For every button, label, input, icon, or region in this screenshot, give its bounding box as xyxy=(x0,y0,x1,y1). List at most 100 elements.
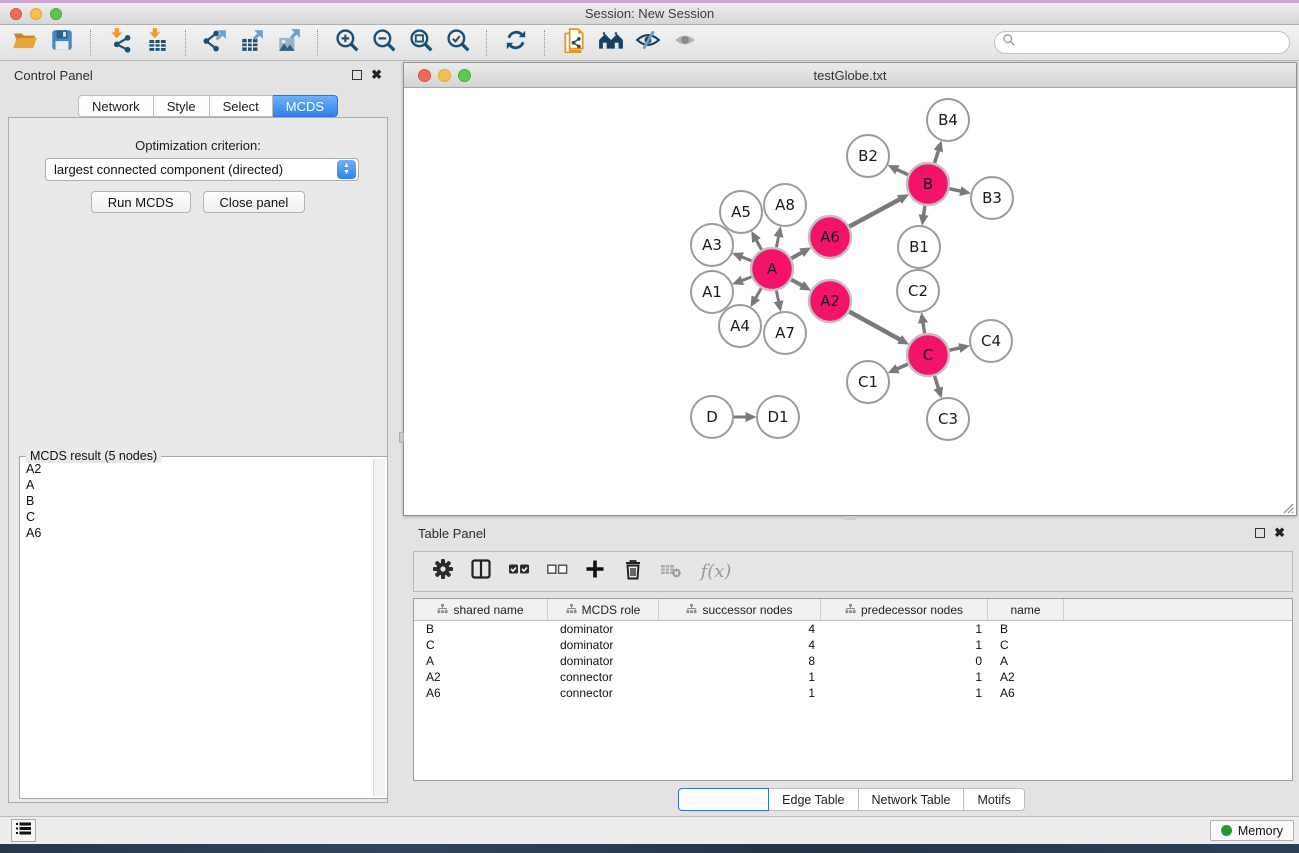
float-panel-icon[interactable] xyxy=(352,70,362,80)
table-options-button[interactable] xyxy=(424,556,462,588)
table-cell[interactable]: 0 xyxy=(821,654,988,668)
tab-style[interactable]: Style xyxy=(154,95,210,117)
result-item[interactable]: A2 xyxy=(22,461,372,477)
column-header-shared-name[interactable]: shared name xyxy=(414,599,548,620)
clone-network-button[interactable] xyxy=(555,28,592,58)
result-item[interactable]: A6 xyxy=(22,525,372,541)
edge-B-B1[interactable] xyxy=(924,205,926,216)
panel-divider-handle[interactable] xyxy=(399,432,404,443)
table-cell[interactable]: connector xyxy=(548,670,659,684)
close-panel-button[interactable]: Close panel xyxy=(203,191,306,213)
edge-B-B2[interactable] xyxy=(897,170,909,176)
edge-C-C1[interactable] xyxy=(897,364,909,369)
float-panel-icon[interactable] xyxy=(1255,528,1265,538)
task-history-button[interactable] xyxy=(11,819,36,842)
save-session-button[interactable] xyxy=(43,28,80,58)
delete-columns-button[interactable] xyxy=(614,556,652,588)
search-input[interactable] xyxy=(1016,33,1289,52)
network-window-titlebar[interactable]: testGlobe.txt xyxy=(404,63,1296,88)
result-item[interactable]: B xyxy=(22,493,372,509)
network-graph[interactable]: B4B2BB3A8A5A6A3B1AA1C2A2A4A7C4CC1DD1C3 xyxy=(404,88,1296,515)
table-row[interactable]: Adominator80A xyxy=(414,653,1292,669)
table-cell[interactable]: A xyxy=(414,654,548,668)
table-cell[interactable]: dominator xyxy=(548,654,659,668)
import-network-button[interactable] xyxy=(101,28,138,58)
table-cell[interactable]: A2 xyxy=(988,670,1064,684)
edge-A-A3[interactable] xyxy=(742,257,753,261)
tab-select[interactable]: Select xyxy=(210,95,273,117)
result-item[interactable]: A xyxy=(22,477,372,493)
search-field[interactable] xyxy=(994,31,1290,54)
export-table-button[interactable] xyxy=(233,28,270,58)
open-file-button[interactable] xyxy=(6,28,43,58)
select-all-button[interactable] xyxy=(500,556,538,588)
zoom-in-button[interactable] xyxy=(328,28,365,58)
edge-C-C4[interactable] xyxy=(948,348,959,351)
create-column-button[interactable] xyxy=(576,556,614,588)
optimization-criterion-dropdown[interactable]: largest connected component (directed) ▲… xyxy=(45,158,359,181)
edge-A6-B[interactable] xyxy=(848,199,899,227)
table-row[interactable]: A2connector11A2 xyxy=(414,669,1292,685)
table-cell[interactable]: 4 xyxy=(659,638,821,652)
network-canvas[interactable]: B4B2BB3A8A5A6A3B1AA1C2A2A4A7C4CC1DD1C3 xyxy=(404,88,1296,515)
hide-panel-button[interactable] xyxy=(629,28,666,58)
close-panel-icon[interactable]: ✖ xyxy=(371,70,382,80)
edge-A-A5[interactable] xyxy=(756,240,762,250)
show-panel-button-disabled[interactable] xyxy=(666,28,703,58)
result-item[interactable]: C xyxy=(22,509,372,525)
delete-table-button-disabled[interactable] xyxy=(652,556,690,588)
column-header-predecessor-nodes[interactable]: predecessor nodes xyxy=(821,599,988,620)
tab-network[interactable]: Network xyxy=(78,95,154,117)
table-cell[interactable]: 1 xyxy=(821,622,988,636)
edge-B-B4[interactable] xyxy=(934,151,938,164)
table-cell[interactable]: 8 xyxy=(659,654,821,668)
run-mcds-button[interactable]: Run MCDS xyxy=(91,191,191,213)
deselect-all-button[interactable] xyxy=(538,556,576,588)
table-cell[interactable]: C xyxy=(988,638,1064,652)
import-table-button[interactable] xyxy=(138,28,175,58)
edge-A-A2[interactable] xyxy=(790,279,802,285)
table-cell[interactable]: A6 xyxy=(988,686,1064,700)
edge-A-A7[interactable] xyxy=(776,290,778,302)
edge-B-B3[interactable] xyxy=(949,188,961,191)
tab-edge-table[interactable]: Edge Table xyxy=(769,788,858,811)
tab-network-table[interactable]: Network Table xyxy=(859,788,965,811)
zoom-selected-button[interactable] xyxy=(439,28,476,58)
export-network-button[interactable] xyxy=(196,28,233,58)
function-builder-button-disabled[interactable]: f(x) xyxy=(690,556,742,588)
column-header-MCDS-role[interactable]: MCDS role xyxy=(548,599,659,620)
table-cell[interactable]: B xyxy=(414,622,548,636)
table-row[interactable]: A6connector11A6 xyxy=(414,685,1292,701)
mcds-result-list[interactable]: A2ABCA6 xyxy=(22,461,372,796)
edge-A-A1[interactable] xyxy=(742,277,753,281)
edge-A-A8[interactable] xyxy=(776,236,778,248)
close-panel-icon[interactable]: ✖ xyxy=(1274,528,1285,538)
table-cell[interactable]: dominator xyxy=(548,622,659,636)
table-cell[interactable]: A2 xyxy=(414,670,548,684)
table-row[interactable]: Bdominator41B xyxy=(414,621,1292,637)
show-home-panels-button[interactable] xyxy=(592,28,629,58)
edge-A2-C[interactable] xyxy=(848,311,900,339)
table-row[interactable]: Cdominator41C xyxy=(414,637,1292,653)
memory-button[interactable]: Memory xyxy=(1210,820,1294,841)
edge-C-C2[interactable] xyxy=(923,323,925,335)
resize-grip-icon[interactable] xyxy=(1282,501,1294,513)
edge-A-A6[interactable] xyxy=(790,252,802,258)
table-cell[interactable]: B xyxy=(988,622,1064,636)
column-header-successor-nodes[interactable]: successor nodes xyxy=(659,599,821,620)
table-cell[interactable]: 4 xyxy=(659,622,821,636)
table-cell[interactable]: dominator xyxy=(548,638,659,652)
tab-mcds[interactable]: MCDS xyxy=(273,95,338,117)
table-cell[interactable]: A xyxy=(988,654,1064,668)
table-cell[interactable]: connector xyxy=(548,686,659,700)
table-cell[interactable]: C xyxy=(414,638,548,652)
table-cell[interactable]: A6 xyxy=(414,686,548,700)
table-cell[interactable]: 1 xyxy=(821,670,988,684)
export-image-button[interactable] xyxy=(270,28,307,58)
column-header-name[interactable]: name xyxy=(988,599,1064,620)
table-cell[interactable]: 1 xyxy=(659,686,821,700)
show-columns-button[interactable] xyxy=(462,556,500,588)
edge-A-A4[interactable] xyxy=(756,287,762,298)
edge-C-C3[interactable] xyxy=(934,375,938,388)
table-cell[interactable]: 1 xyxy=(659,670,821,684)
